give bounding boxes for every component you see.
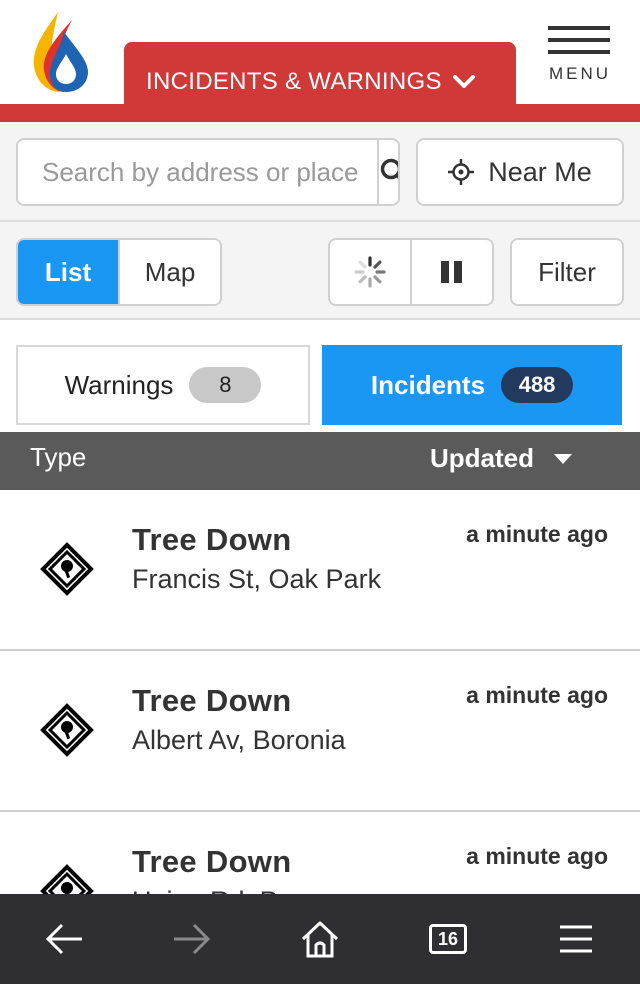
tab-incidents[interactable]: Incidents 488 [322, 345, 622, 425]
back-button[interactable] [0, 894, 128, 984]
search-input[interactable] [18, 140, 377, 204]
search-icon [380, 158, 398, 180]
view-toggle: List Map [16, 238, 222, 306]
pause-button[interactable] [410, 240, 492, 304]
map-view-button[interactable]: Map [118, 240, 220, 304]
tree-down-icon [40, 542, 94, 596]
column-updated-label: Updated [430, 443, 534, 473]
incidents-count-badge: 488 [501, 367, 574, 403]
category-tabs: Warnings 8 Incidents 488 [0, 320, 640, 432]
column-type[interactable]: Type [30, 442, 86, 473]
column-updated[interactable]: Updated [430, 443, 572, 474]
menu-label: MENU [548, 64, 612, 83]
forward-button[interactable] [128, 894, 256, 984]
search-bar: Near Me [0, 122, 640, 222]
tab-incidents-label: Incidents [370, 369, 486, 400]
incident-location: Union Rd, P [132, 886, 278, 894]
search-button[interactable] [377, 140, 398, 204]
hamburger-icon [548, 26, 610, 30]
hamburger-menu-icon [560, 925, 592, 953]
near-me-label: Near Me [488, 156, 592, 187]
sort-caret-icon [554, 453, 572, 464]
incident-title: Tree Down [132, 522, 292, 557]
cfa-flame-logo[interactable] [28, 10, 92, 94]
tree-down-icon [40, 864, 94, 894]
arrow-right-icon [174, 923, 211, 955]
near-me-button[interactable]: Near Me [416, 138, 624, 206]
view-toolbar: List Map Filter [0, 222, 640, 320]
app-header: INCIDENTS & WARNINGS MENU [0, 0, 640, 122]
list-item[interactable]: Tree Down Albert Av, Boronia a minute ag… [0, 651, 640, 812]
list-item[interactable]: Tree Down Francis St, Oak Park a minute … [0, 490, 640, 651]
tree-down-icon [40, 703, 94, 757]
refresh-controls [328, 238, 494, 306]
refresh-button[interactable] [330, 240, 410, 304]
list-item[interactable]: Tree Down Union Rd, P a minute ago [0, 812, 640, 894]
chevron-down-icon [452, 75, 475, 88]
incident-location: Francis St, Oak Park [132, 564, 382, 594]
tabs-button[interactable]: 16 [384, 894, 512, 984]
incident-title: Tree Down [132, 844, 292, 879]
incident-updated: a minute ago [466, 521, 608, 547]
list-view-button[interactable]: List [18, 240, 118, 304]
incident-location: Albert Av, Boronia [132, 725, 346, 755]
incident-title: Tree Down [132, 683, 292, 718]
home-button[interactable] [256, 894, 384, 984]
filter-button[interactable]: Filter [510, 238, 624, 306]
tab-warnings[interactable]: Warnings 8 [16, 345, 310, 425]
list-header: Type Updated [0, 432, 640, 490]
browser-menu-button[interactable] [512, 894, 640, 984]
loading-spinner-icon [354, 256, 386, 288]
tab-count: 16 [429, 924, 467, 954]
banner-title: INCIDENTS & WARNINGS [146, 68, 442, 95]
warnings-count-badge: 8 [189, 367, 262, 403]
menu-button[interactable]: MENU [546, 26, 614, 88]
browser-toolbar: 16 [0, 894, 640, 984]
home-icon [301, 921, 339, 958]
header-red-stripe [0, 104, 640, 122]
pause-icon [441, 261, 462, 283]
incident-updated: a minute ago [466, 843, 608, 869]
incident-updated: a minute ago [466, 682, 608, 708]
arrow-left-icon [45, 923, 82, 955]
crosshair-icon [448, 159, 475, 185]
search-box [16, 138, 400, 206]
tab-warnings-label: Warnings [64, 369, 174, 400]
incident-list: Tree Down Francis St, Oak Park a minute … [0, 490, 640, 894]
